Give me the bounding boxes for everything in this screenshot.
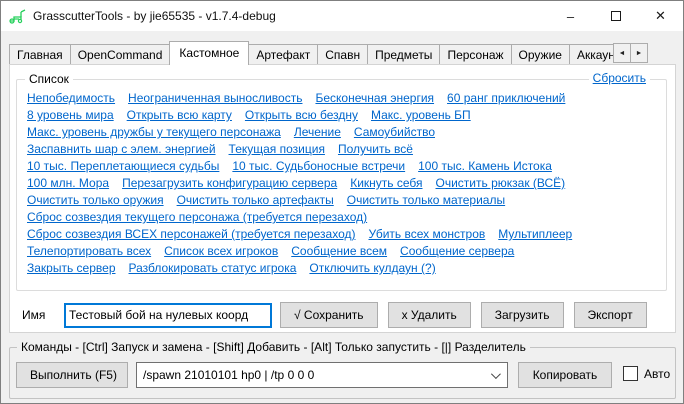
load-button[interactable]: Загрузить xyxy=(481,302,564,328)
command-link[interactable]: 10 тыс. Переплетающиеся судьбы xyxy=(27,158,219,175)
tab-opencommand[interactable]: OpenCommand xyxy=(70,44,171,65)
command-link[interactable]: Макс. уровень БП xyxy=(371,107,471,124)
command-link[interactable]: 100 млн. Мора xyxy=(27,175,109,192)
link-row: Заспавнить шар с элем. энергией Текущая п… xyxy=(27,141,656,158)
command-link[interactable]: Разблокировать статус игрока xyxy=(129,260,297,277)
maximize-icon xyxy=(611,11,621,21)
command-link[interactable]: Очистить только артефакты xyxy=(177,192,334,209)
command-link[interactable]: Лечение xyxy=(294,124,341,141)
auto-checkbox-row: Авто xyxy=(623,366,670,381)
name-buttons: √ Сохранить x Удалить Загрузить Экспорт xyxy=(280,302,657,328)
command-link[interactable]: Сообщение сервера xyxy=(400,243,514,260)
tab-scroll-left-icon[interactable]: ◄ xyxy=(613,43,631,63)
tab-scroll-right-icon[interactable]: ► xyxy=(630,43,648,63)
command-link[interactable]: Неограниченная выносливость xyxy=(128,90,302,107)
tab-главная[interactable]: Главная xyxy=(9,44,71,65)
command-link[interactable]: Заспавнить шар с элем. энергией xyxy=(27,141,216,158)
command-links-list: Непобедимость Неограниченная выносливость… xyxy=(17,80,666,277)
name-input[interactable] xyxy=(64,303,272,328)
command-link[interactable]: 10 тыс. Судьбоносные встречи xyxy=(232,158,405,175)
export-button[interactable]: Экспорт xyxy=(574,302,647,328)
link-row: 100 млн. Мора Перезагрузить конфигурацию … xyxy=(27,175,656,192)
maximize-button[interactable] xyxy=(593,1,638,31)
title-bar: GrasscutterTools - by jie65535 - v1.7.4-… xyxy=(1,1,683,31)
save-button[interactable]: √ Сохранить xyxy=(280,302,378,328)
tab-артефакт[interactable]: Артефакт xyxy=(248,44,318,65)
command-link[interactable]: 8 уровень мира xyxy=(27,107,114,124)
reset-link[interactable]: Сбросить xyxy=(593,71,646,85)
command-link[interactable]: 60 ранг приключений xyxy=(447,90,565,107)
delete-button[interactable]: x Удалить xyxy=(388,302,471,328)
command-link[interactable]: Список всех игроков xyxy=(164,243,278,260)
command-link[interactable]: Кикнуть себя xyxy=(350,175,422,192)
command-link[interactable]: Непобедимость xyxy=(27,90,115,107)
link-row: Макс. уровень дружбы у текущего персонаж… xyxy=(27,124,656,141)
command-link[interactable]: Самоубийство xyxy=(354,124,435,141)
commands-groupbox-title: Команды - [Ctrl] Запуск и замена - [Shif… xyxy=(17,340,530,354)
command-link[interactable]: Убить всех монстров xyxy=(368,226,485,243)
command-link[interactable]: Текущая позиция xyxy=(229,141,325,158)
run-button[interactable]: Выполнить (F5) xyxy=(16,362,128,388)
command-link[interactable]: Сообщение всем xyxy=(291,243,387,260)
command-link[interactable]: Очистить только материалы xyxy=(347,192,505,209)
copy-button[interactable]: Копировать xyxy=(518,362,612,388)
list-groupbox-title: Список xyxy=(25,72,73,86)
link-row: Очистить только оружия Очистить только ар… xyxy=(27,192,656,209)
command-link[interactable]: Сброс созвездия ВСЕХ персонажей (требует… xyxy=(27,226,355,243)
tab-спавн[interactable]: Спавн xyxy=(317,44,368,65)
auto-checkbox-label: Авто xyxy=(644,367,670,381)
link-row: 8 уровень мира Открыть всю карту Открыть в… xyxy=(27,107,656,124)
close-button[interactable]: ✕ xyxy=(638,1,683,31)
command-link[interactable]: Телепортировать всех xyxy=(27,243,151,260)
command-link[interactable]: Очистить только оружия xyxy=(27,192,164,209)
command-link[interactable]: Очистить рюкзак (ВСЁ) xyxy=(436,175,566,192)
tab-scroll-buttons: ◄ ► xyxy=(613,43,647,63)
command-link[interactable]: Бесконечная энергия xyxy=(315,90,434,107)
link-row: Сброс созвездия текущего персонажа (треб… xyxy=(27,209,656,226)
command-link[interactable]: Открыть всю бездну xyxy=(245,107,358,124)
link-row: 10 тыс. Переплетающиеся судьбы 10 тыс. Су… xyxy=(27,158,656,175)
command-link[interactable]: Отключить кулдаун (?) xyxy=(309,260,435,277)
command-combobox-value: /spawn 21010101 hp0 | /tp 0 0 0 xyxy=(143,368,491,382)
command-link[interactable]: 100 тыс. Камень Истока xyxy=(418,158,552,175)
command-link[interactable]: Закрыть сервер xyxy=(27,260,116,277)
command-link[interactable]: Перезагрузить конфигурацию сервера xyxy=(122,175,337,192)
command-link[interactable]: Мультиплеер xyxy=(498,226,572,243)
link-row: Сброс созвездия ВСЕХ персонажей (требует… xyxy=(27,226,656,243)
link-row: Закрыть сервер Разблокировать статус игро… xyxy=(27,260,656,277)
minimize-button[interactable]: – xyxy=(548,1,593,31)
app-window: GrasscutterTools - by jie65535 - v1.7.4-… xyxy=(0,0,684,404)
name-row: Имя √ Сохранить x Удалить Загрузить Экспорт xyxy=(22,302,657,328)
link-row: Телепортировать всех Список всех игроков С… xyxy=(27,243,656,260)
command-link[interactable]: Сброс созвездия текущего персонажа (треб… xyxy=(27,209,367,226)
tab-кастомное[interactable]: Кастомное xyxy=(169,41,249,65)
reset-link-wrap: Сбросить xyxy=(589,71,650,85)
tab-bar: ГлавнаяOpenCommandКастомноеАртефактСпавн… xyxy=(9,41,613,65)
command-link[interactable]: Макс. уровень дружбы у текущего персонаж… xyxy=(27,124,281,141)
link-row: Непобедимость Неограниченная выносливость… xyxy=(27,90,656,107)
name-label: Имя xyxy=(22,308,64,322)
command-link[interactable]: Получить всё xyxy=(338,141,413,158)
command-link[interactable]: Открыть всю карту xyxy=(127,107,232,124)
list-groupbox: Список Сбросить НепобедимостьНеограничен… xyxy=(16,79,667,291)
tab-аккаунт[interactable]: Аккаунт xyxy=(569,44,613,65)
tab-персонаж[interactable]: Персонаж xyxy=(439,44,511,65)
grasscutter-mower-icon xyxy=(8,8,28,24)
tab-page-custom: Список Сбросить Непобедимость Неограничен… xyxy=(9,64,676,333)
chevron-down-icon xyxy=(491,369,501,379)
tab-оружие[interactable]: Оружие xyxy=(511,44,570,65)
commands-groupbox: Команды - [Ctrl] Запуск и замена - [Shif… xyxy=(9,347,676,399)
window-controls: – ✕ xyxy=(548,1,683,31)
auto-checkbox[interactable] xyxy=(623,366,638,381)
command-combobox[interactable]: /spawn 21010101 hp0 | /tp 0 0 0 xyxy=(136,362,508,388)
tab-предметы[interactable]: Предметы xyxy=(367,44,440,65)
window-title: GrasscutterTools - by jie65535 - v1.7.4-… xyxy=(33,9,276,23)
